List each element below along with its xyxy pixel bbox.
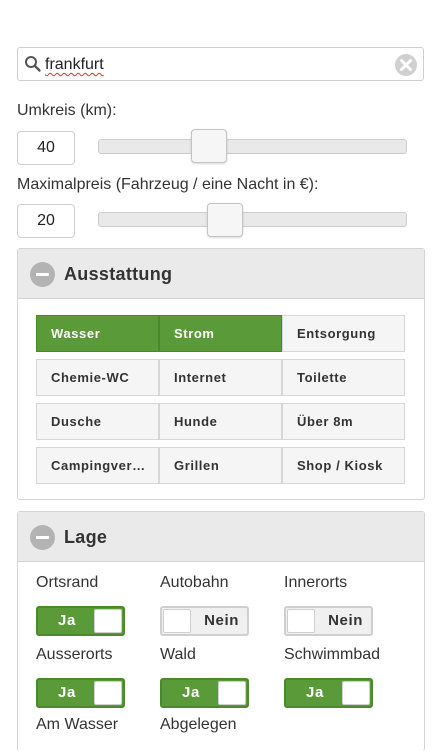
price-slider-handle[interactable] — [207, 203, 244, 237]
price-input[interactable]: 20 — [17, 204, 75, 238]
search-value[interactable]: frankfurt — [45, 56, 104, 74]
toggle-knob[interactable] — [94, 681, 122, 705]
amenity-toggle[interactable]: Campingver… — [36, 447, 159, 484]
lage-header[interactable]: Lage — [18, 512, 424, 562]
lage-option-label: Ortsrand — [36, 574, 99, 591]
lage-toggle[interactable]: Nein — [284, 606, 373, 636]
amenity-toggle[interactable]: Über 8m — [282, 403, 405, 440]
lage-option-label: Schwimmbad — [284, 646, 381, 663]
amenity-toggle[interactable]: Strom — [159, 315, 282, 352]
lage-panel: Lage Ortsrand Ja Autobahn Nein Innerorts Nein… — [17, 511, 425, 751]
lage-toggle[interactable]: Nein — [160, 606, 249, 636]
toggle-state-label: Nein — [328, 612, 363, 629]
lage-title: Lage — [64, 527, 108, 547]
lage-option-label: Abgelegen — [160, 716, 237, 733]
ausstattung-header[interactable]: Ausstattung — [18, 249, 424, 299]
radius-input[interactable]: 40 — [17, 131, 75, 165]
amenity-toggle[interactable]: Internet — [159, 359, 282, 396]
toggle-knob[interactable] — [163, 609, 191, 633]
search-icon — [24, 55, 42, 78]
radius-slider-handle[interactable] — [190, 129, 227, 163]
lage-option-label: Autobahn — [160, 574, 229, 591]
toggle-state-label: Ja — [182, 684, 200, 701]
clear-icon[interactable] — [394, 53, 418, 82]
toggle-state-label: Ja — [58, 684, 76, 701]
ausstattung-title: Ausstattung — [64, 264, 173, 284]
lage-toggle[interactable]: Ja — [36, 678, 125, 708]
toggle-state-label: Ja — [58, 612, 76, 629]
lage-option-label: Ausserorts — [36, 646, 113, 663]
radius-label: Umkreis (km): — [17, 102, 117, 119]
amenity-toggle[interactable]: Chemie-WC — [36, 359, 159, 396]
lage-option-label: Innerorts — [284, 574, 348, 591]
amenity-toggle[interactable]: Entsorgung — [282, 315, 405, 352]
lage-option-label: Am Wasser — [36, 716, 119, 733]
toggle-knob[interactable] — [218, 681, 246, 705]
lage-toggle[interactable]: Ja — [160, 678, 249, 708]
ausstattung-panel: Ausstattung Wasser Strom Entsorgung Chemie-… — [17, 248, 425, 500]
price-slider-track[interactable] — [98, 212, 407, 227]
radius-slider-track[interactable] — [98, 139, 407, 154]
search-field[interactable]: frankfurt — [17, 47, 424, 81]
lage-toggle[interactable]: Ja — [284, 678, 373, 708]
collapse-icon[interactable] — [30, 262, 55, 287]
collapse-icon[interactable] — [30, 525, 55, 550]
amenity-toggle[interactable]: Dusche — [36, 403, 159, 440]
toggle-knob[interactable] — [287, 609, 315, 633]
toggle-knob[interactable] — [342, 681, 370, 705]
toggle-state-label: Nein — [204, 612, 239, 629]
price-label: Maximalpreis (Fahrzeug / eine Nacht in €… — [17, 176, 319, 193]
amenity-toggle[interactable]: Toilette — [282, 359, 405, 396]
amenity-toggle[interactable]: Wasser — [36, 315, 159, 352]
amenity-toggle[interactable]: Grillen — [159, 447, 282, 484]
amenity-toggle[interactable]: Hunde — [159, 403, 282, 440]
toggle-state-label: Ja — [306, 684, 324, 701]
toggle-knob[interactable] — [94, 609, 122, 633]
amenity-toggle[interactable]: Shop / Kiosk — [282, 447, 405, 484]
lage-toggle[interactable]: Ja — [36, 606, 125, 636]
lage-option-label: Wald — [160, 646, 196, 663]
